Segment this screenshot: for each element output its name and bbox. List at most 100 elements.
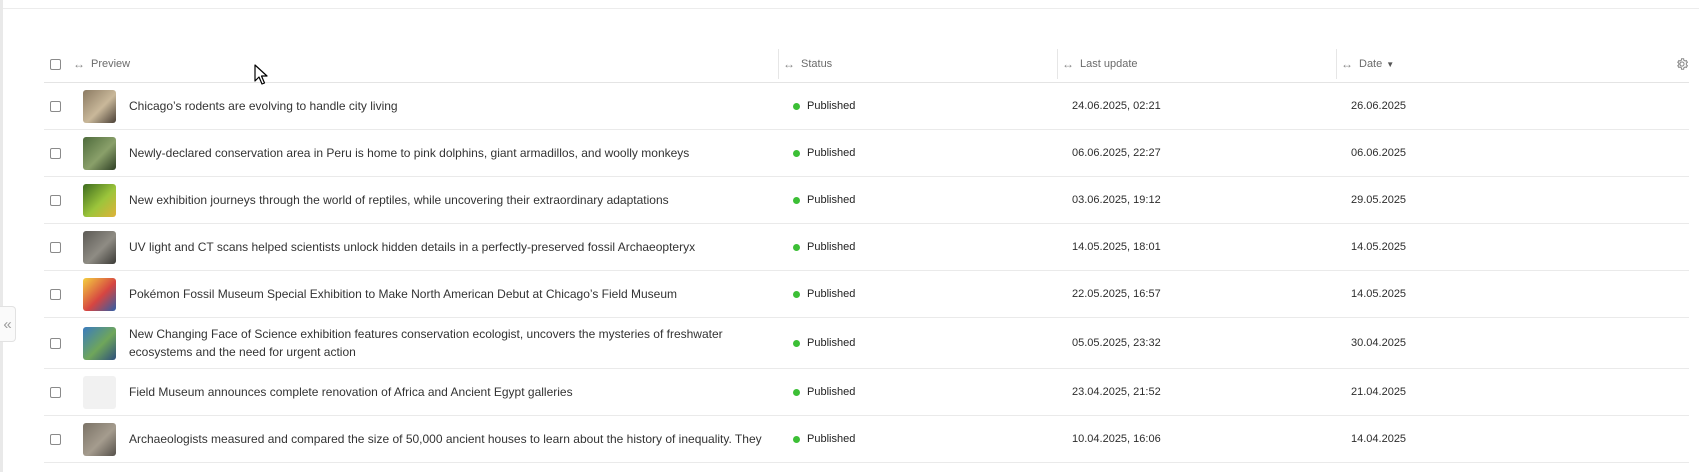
status-dot-icon xyxy=(793,339,800,347)
status-badge: Published xyxy=(793,130,855,176)
last-update-value: 10.04.2025, 16:06 xyxy=(1072,433,1161,445)
row-checkbox[interactable] xyxy=(50,194,61,206)
last-update-value: 22.05.2025, 16:57 xyxy=(1072,288,1161,300)
rainforest-photo-thumbnail[interactable] xyxy=(83,136,116,170)
date-value: 30.04.2025 xyxy=(1351,337,1407,349)
date-value: 29.05.2025 xyxy=(1351,194,1407,206)
date-value: 21.04.2025 xyxy=(1351,386,1407,398)
status-label: Published xyxy=(807,433,856,445)
thumbnail-cell xyxy=(83,318,116,368)
thumbnail-cell xyxy=(83,224,116,270)
column-resize-icon[interactable]: ↔ xyxy=(1062,57,1074,71)
last-update-value: 14.05.2025, 18:01 xyxy=(1072,241,1161,253)
chameleon-photo-thumbnail[interactable] xyxy=(83,183,116,217)
thumbnail-cell xyxy=(83,177,116,223)
status-dot-icon xyxy=(793,149,800,157)
table-row[interactable]: New exhibition journeys through the worl… xyxy=(44,177,1689,224)
status-badge: Published xyxy=(793,271,855,317)
gear-icon[interactable] xyxy=(1675,57,1689,71)
article-title[interactable]: New Changing Face of Science exhibition … xyxy=(129,318,781,368)
table-row[interactable]: Archaeologists measured and compared the… xyxy=(44,416,1689,463)
row-select-cell xyxy=(50,416,61,462)
article-title[interactable]: New exhibition journeys through the worl… xyxy=(129,177,781,223)
status-dot-icon xyxy=(793,102,800,110)
sidebar-expand-button[interactable]: « xyxy=(0,306,16,342)
row-checkbox[interactable] xyxy=(50,100,61,112)
status-dot-icon xyxy=(793,243,800,251)
column-label-date: Date xyxy=(1359,58,1383,70)
double-chevron-left-icon: « xyxy=(3,315,12,333)
column-header-last-update[interactable]: ↔ Last update xyxy=(1062,46,1138,82)
row-checkbox[interactable] xyxy=(50,433,61,445)
status-badge: Published xyxy=(793,416,855,462)
thumbnail-cell xyxy=(83,130,116,176)
row-select-cell xyxy=(50,318,61,368)
column-header-date[interactable]: ↔ Date ▼ xyxy=(1341,46,1394,82)
status-dot-icon xyxy=(793,196,800,204)
status-label: Published xyxy=(807,100,856,112)
table-row[interactable]: New Changing Face of Science exhibition … xyxy=(44,318,1689,369)
status-label: Published xyxy=(807,147,856,159)
select-all-checkbox[interactable] xyxy=(50,58,61,70)
column-header-status[interactable]: ↔ Status xyxy=(783,46,832,82)
date-value: 14.04.2025 xyxy=(1351,433,1407,445)
row-checkbox[interactable] xyxy=(50,288,61,300)
column-label-last-update: Last update xyxy=(1080,58,1138,70)
articles-table: ↔ Preview ↔ Status ↔ Last update ↔ Date … xyxy=(44,46,1689,472)
article-title[interactable]: UV light and CT scans helped scientists … xyxy=(129,224,781,270)
row-checkbox[interactable] xyxy=(50,386,61,398)
date-value: 14.05.2025 xyxy=(1351,288,1407,300)
thumbnail-cell xyxy=(83,416,116,462)
article-title[interactable]: Chicago’s rodents are evolving to handle… xyxy=(129,83,781,129)
row-select-cell xyxy=(50,130,61,176)
table-row[interactable]: Pokémon Fossil Museum Special Exhibition… xyxy=(44,271,1689,318)
article-title[interactable]: Archaeologists measured and compared the… xyxy=(129,416,781,462)
row-select-cell xyxy=(50,271,61,317)
article-title[interactable]: Field Museum announces complete renovati… xyxy=(129,369,781,415)
status-label: Published xyxy=(807,337,856,349)
ruins-photo-thumbnail[interactable] xyxy=(83,422,116,456)
status-dot-icon xyxy=(793,388,800,396)
fossil-photo-thumbnail[interactable] xyxy=(83,230,116,264)
row-checkbox[interactable] xyxy=(50,241,61,253)
row-checkbox[interactable] xyxy=(50,147,61,159)
column-divider xyxy=(778,49,779,79)
status-dot-icon xyxy=(793,290,800,298)
left-rail xyxy=(0,0,3,472)
thumbnail-cell xyxy=(83,271,116,317)
column-label-preview: Preview xyxy=(91,58,131,70)
ecologist-photo-thumbnail[interactable] xyxy=(83,326,116,360)
row-select-cell xyxy=(50,177,61,223)
select-all-cell xyxy=(50,46,61,82)
table-row[interactable]: UV light and CT scans helped scientists … xyxy=(44,224,1689,271)
column-resize-icon[interactable]: ↔ xyxy=(1341,57,1353,71)
table-header: ↔ Preview ↔ Status ↔ Last update ↔ Date … xyxy=(44,46,1689,83)
status-badge: Published xyxy=(793,177,855,223)
last-update-value: 24.06.2025, 02:21 xyxy=(1072,100,1161,112)
status-badge: Published xyxy=(793,318,855,368)
table-row[interactable]: Chicago’s rodents are evolving to handle… xyxy=(44,83,1689,130)
table-row[interactable]: Newly-declared conservation area in Peru… xyxy=(44,130,1689,177)
row-select-cell xyxy=(50,224,61,270)
pokemon-logo-thumbnail[interactable] xyxy=(83,277,116,311)
row-checkbox[interactable] xyxy=(50,337,61,349)
date-value: 14.05.2025 xyxy=(1351,241,1407,253)
column-resize-icon[interactable]: ↔ xyxy=(783,57,795,71)
last-update-value: 06.06.2025, 22:27 xyxy=(1072,147,1161,159)
article-title[interactable]: Pokémon Fossil Museum Special Exhibition… xyxy=(129,271,781,317)
status-label: Published xyxy=(807,386,856,398)
column-resize-icon[interactable]: ↔ xyxy=(73,57,85,71)
column-header-preview[interactable]: ↔ Preview xyxy=(73,46,130,82)
thumbnail-cell xyxy=(83,369,116,415)
column-divider xyxy=(1336,49,1337,79)
status-label: Published xyxy=(807,194,856,206)
status-badge: Published xyxy=(793,83,855,129)
table-row[interactable]: Field Museum announces complete renovati… xyxy=(44,369,1689,416)
status-label: Published xyxy=(807,241,856,253)
last-update-value: 05.05.2025, 23:32 xyxy=(1072,337,1161,349)
empty-thumbnail[interactable] xyxy=(83,375,116,409)
sort-descending-icon[interactable]: ▼ xyxy=(1386,60,1394,69)
rodent-photo-thumbnail[interactable] xyxy=(83,89,116,123)
article-title[interactable]: Newly-declared conservation area in Peru… xyxy=(129,130,781,176)
status-label: Published xyxy=(807,288,856,300)
